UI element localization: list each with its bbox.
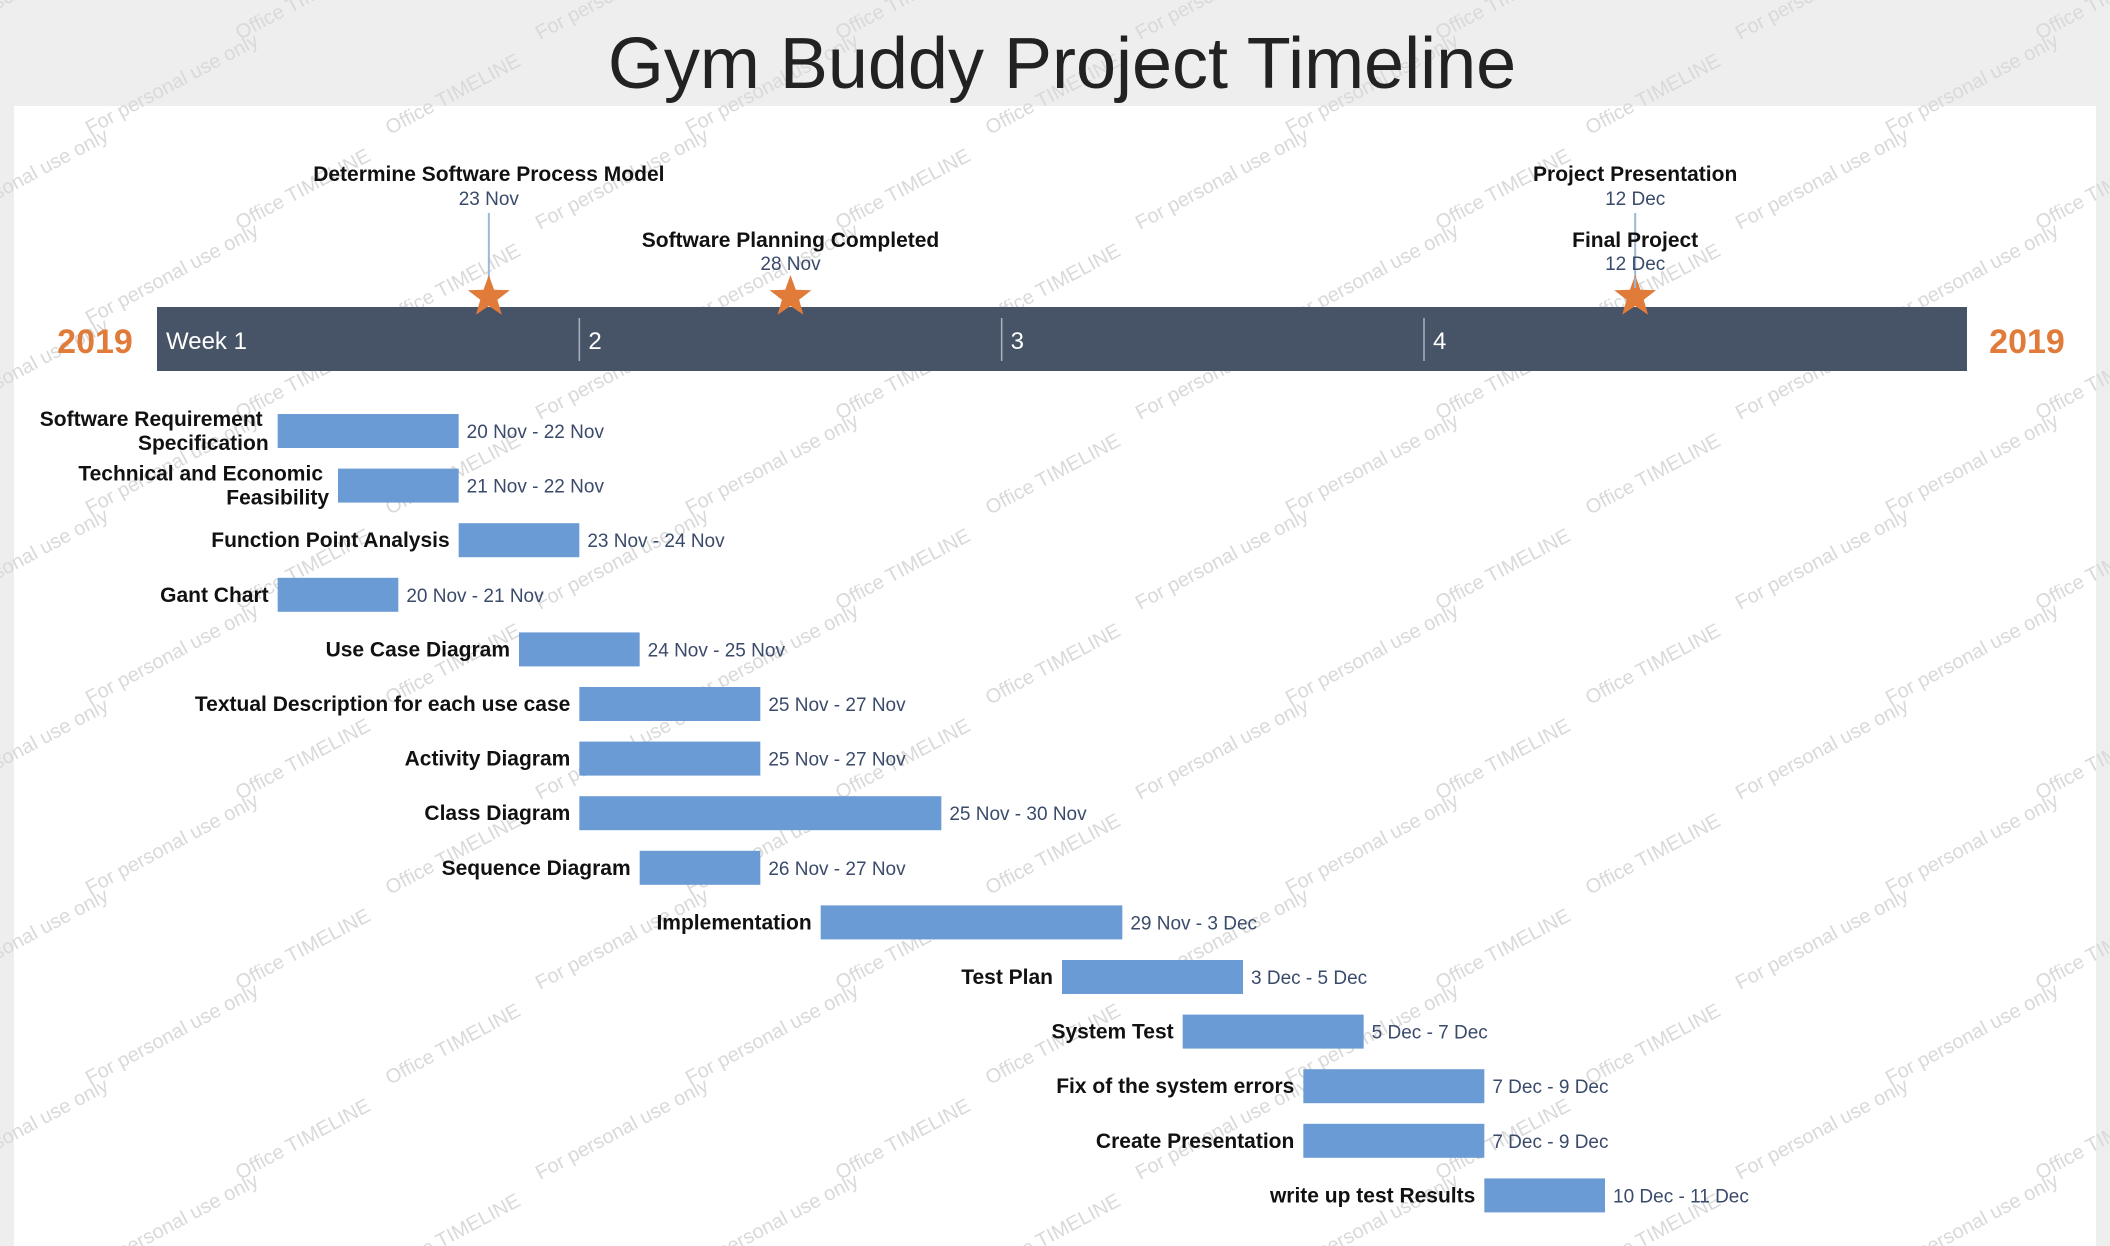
task-bar (1182, 1014, 1364, 1049)
task-bar (639, 850, 761, 885)
task-name: Fix of the system errors (1056, 1075, 1294, 1098)
task-date-label: 10 Dec - 11 Dec (1613, 1186, 1749, 1207)
task-name: System Test (1051, 1021, 1173, 1044)
task-date-label: 25 Nov - 27 Nov (768, 695, 906, 716)
gantt-chart: For personal use only Office TIMELINE For … (0, 0, 2110, 1246)
chart-title: Gym Buddy Project Timeline (608, 24, 1516, 104)
task-date-label: 26 Nov - 27 Nov (768, 859, 906, 880)
task-bar (579, 687, 761, 721)
year-label-right: 2019 (1989, 323, 2065, 361)
milestone-date: 12 Dec (1605, 189, 1665, 210)
task-name: Implementation (656, 911, 811, 934)
task-date-label: 7 Dec - 9 Dec (1492, 1132, 1608, 1153)
task-date-label: 3 Dec - 5 Dec (1251, 968, 1367, 989)
task-date-label: 7 Dec - 9 Dec (1492, 1077, 1608, 1098)
task-date-label: 21 Nov - 22 Nov (467, 477, 605, 498)
task-date-label: 20 Nov - 21 Nov (406, 586, 544, 607)
task-name: Textual Description for each use case (195, 693, 570, 716)
watermark-text: For personal use only (1732, 0, 1912, 44)
task-bar (458, 523, 580, 558)
task-bar (1303, 1123, 1485, 1158)
task-bar (277, 414, 459, 448)
task-name: Sequence Diagram (442, 857, 631, 880)
task-name: Function Point Analysis (211, 529, 449, 552)
task-date-label: 29 Nov - 3 Dec (1130, 913, 1257, 934)
task-name: Create Presentation (1096, 1130, 1294, 1153)
milestone-date: 12 Dec (1605, 254, 1665, 275)
task-date-label: 25 Nov - 27 Nov (768, 750, 906, 771)
task-bar (579, 741, 761, 776)
milestone-name: Determine Software Process Model (313, 163, 664, 186)
task-name-line: Technical and Economic (78, 463, 323, 486)
task-date-label: 24 Nov - 25 Nov (648, 640, 786, 661)
task-date-label: 25 Nov - 30 Nov (949, 804, 1087, 825)
task-name: write up test Results (1269, 1184, 1475, 1207)
timeline-axis: 2019 2019 (57, 307, 2065, 371)
milestone-date: 28 Nov (760, 254, 821, 275)
watermark-text: For personal use only (0, 0, 112, 44)
task-name: Test Plan (961, 966, 1053, 989)
axis-tick-label: 3 (1011, 328, 1024, 355)
year-label-left: 2019 (57, 323, 133, 361)
task-name: Class Diagram (424, 802, 570, 825)
timeline-axis-bar (157, 307, 1967, 371)
task-name-line: Feasibility (226, 487, 329, 510)
milestone-name: Project Presentation (1533, 163, 1737, 186)
task-name: Gant Chart (160, 584, 269, 607)
timeline-stage: For personal use only Office TIMELINE For … (0, 0, 2110, 1246)
task-name-line: Specification (138, 432, 269, 455)
task-bar (820, 905, 1123, 940)
axis-tick-label: 2 (588, 328, 601, 355)
task-bar (1484, 1178, 1605, 1213)
task-bar (579, 796, 942, 831)
task-name: Use Case Diagram (326, 638, 510, 661)
task-name: Activity Diagram (405, 748, 571, 771)
axis-tick-label: Week 1 (166, 328, 247, 355)
axis-tick-label: 4 (1433, 328, 1446, 355)
milestone-name: Software Planning Completed (642, 229, 940, 252)
milestone-date: 23 Nov (459, 189, 520, 210)
task-bar (1062, 960, 1243, 994)
task-name-line: Software Requirement (40, 408, 263, 431)
milestone-name: Final Project (1572, 229, 1698, 252)
task-date-label: 5 Dec - 7 Dec (1372, 1023, 1488, 1044)
task-bar (277, 577, 399, 612)
task-bar (519, 632, 640, 667)
task-bar (338, 468, 459, 503)
task-bar (1303, 1069, 1485, 1104)
task-date-label: 23 Nov - 24 Nov (587, 531, 725, 552)
task-date-label: 20 Nov - 22 Nov (467, 422, 605, 443)
